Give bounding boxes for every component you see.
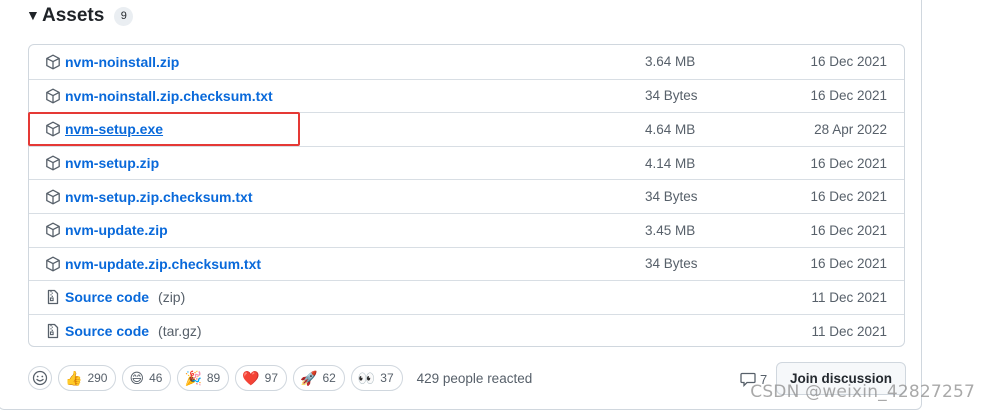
assets-toggle[interactable]: ▼ Assets 9 bbox=[26, 3, 134, 29]
asset-link[interactable]: nvm-update.zip bbox=[45, 222, 168, 238]
reaction-count: 89 bbox=[206, 371, 221, 385]
asset-name: nvm-setup.exe bbox=[65, 121, 164, 138]
asset-name: nvm-update.zip bbox=[65, 222, 168, 239]
asset-date: 11 Dec 2021 bbox=[811, 289, 887, 305]
add-reaction-button[interactable] bbox=[28, 366, 52, 390]
laugh-icon: 😄 bbox=[129, 369, 145, 386]
hooray-icon: 🎉 bbox=[184, 369, 202, 386]
asset-size: 34 Bytes bbox=[645, 88, 698, 104]
reaction-thumbs-up-button[interactable]: 👍 290 bbox=[58, 365, 117, 391]
asset-row: nvm-update.zip.checksum.txt 34 Bytes 16 De… bbox=[29, 246, 904, 281]
asset-name: nvm-setup.zip bbox=[65, 155, 160, 172]
asset-size: 3.45 MB bbox=[645, 222, 696, 238]
asset-link[interactable]: nvm-noinstall.zip bbox=[45, 54, 179, 70]
asset-name: Source code bbox=[65, 323, 150, 340]
file-zip-icon bbox=[45, 289, 61, 305]
heart-icon: ❤️ bbox=[242, 369, 260, 386]
asset-name: nvm-noinstall.zip.checksum.txt bbox=[65, 87, 273, 104]
asset-row: nvm-setup.zip.checksum.txt 34 Bytes 16 Dec… bbox=[29, 179, 904, 213]
asset-link[interactable]: Source code (zip) bbox=[45, 289, 185, 305]
reaction-rocket-button[interactable]: 🚀 62 bbox=[293, 365, 345, 391]
asset-link[interactable]: nvm-setup.exe bbox=[45, 121, 163, 137]
asset-date: 16 Dec 2021 bbox=[810, 155, 887, 171]
asset-date: 16 Dec 2021 bbox=[810, 88, 887, 104]
package-icon bbox=[45, 88, 61, 104]
assets-list: nvm-noinstall.zip 3.64 MB 16 Dec 2021 nvm-n… bbox=[28, 44, 905, 347]
asset-date: 28 Apr 2022 bbox=[814, 121, 887, 137]
eyes-icon: 👀 bbox=[357, 369, 376, 386]
asset-date: 16 Dec 2021 bbox=[810, 256, 887, 272]
asset-row: nvm-noinstall.zip 3.64 MB 16 Dec 2021 bbox=[29, 45, 904, 79]
package-icon bbox=[45, 54, 61, 70]
asset-name: nvm-noinstall.zip bbox=[65, 53, 180, 70]
asset-row: nvm-update.zip 3.45 MB 16 Dec 2021 bbox=[29, 213, 904, 247]
asset-row: Source code (zip) 11 Dec 2021 bbox=[29, 280, 904, 314]
asset-link[interactable]: nvm-setup.zip bbox=[45, 155, 159, 171]
asset-link[interactable]: nvm-noinstall.zip.checksum.txt bbox=[45, 88, 273, 104]
asset-size: 34 Bytes bbox=[645, 256, 698, 272]
reaction-count: 46 bbox=[149, 371, 163, 385]
asset-row: Source code (tar.gz) 11 Dec 2021 bbox=[29, 313, 904, 346]
asset-size: 4.64 MB bbox=[645, 121, 696, 137]
asset-name: nvm-update.zip.checksum.txt bbox=[65, 255, 262, 272]
asset-date: 16 Dec 2021 bbox=[810, 54, 887, 70]
asset-suffix: (tar.gz) bbox=[158, 323, 202, 340]
assets-title: Assets bbox=[42, 5, 105, 26]
asset-name: Source code bbox=[65, 289, 150, 306]
triangle-down-icon: ▼ bbox=[26, 7, 40, 23]
rocket-icon: 🚀 bbox=[300, 369, 318, 386]
reaction-hooray-button[interactable]: 🎉 89 bbox=[177, 365, 230, 391]
reactions-summary: 429 people reacted bbox=[416, 370, 533, 386]
asset-row: nvm-noinstall.zip.checksum.txt 34 Bytes 16… bbox=[29, 78, 904, 113]
reaction-heart-button[interactable]: ❤️ 97 bbox=[235, 365, 288, 391]
package-icon bbox=[45, 222, 61, 238]
asset-size: 34 Bytes bbox=[645, 189, 698, 205]
file-zip-icon bbox=[45, 323, 61, 339]
asset-link[interactable]: nvm-setup.zip.checksum.txt bbox=[45, 189, 253, 205]
reaction-eyes-button[interactable]: 👀 37 bbox=[350, 365, 403, 391]
asset-date: 16 Dec 2021 bbox=[810, 189, 887, 205]
package-icon bbox=[45, 121, 61, 137]
package-icon bbox=[45, 155, 61, 171]
asset-suffix: (zip) bbox=[158, 289, 186, 306]
asset-row: nvm-setup.zip 4.14 MB 16 Dec 2021 bbox=[29, 145, 904, 180]
reaction-count: 62 bbox=[322, 371, 336, 385]
asset-date: 11 Dec 2021 bbox=[811, 323, 887, 339]
package-icon bbox=[45, 256, 61, 272]
assets-count-badge: 9 bbox=[114, 6, 134, 26]
asset-size: 3.64 MB bbox=[645, 54, 696, 70]
reaction-count: 37 bbox=[380, 371, 394, 385]
asset-link[interactable]: Source code (tar.gz) bbox=[45, 323, 202, 339]
asset-size: 4.14 MB bbox=[645, 155, 696, 171]
asset-row: nvm-setup.exe 4.64 MB 28 Apr 2022 bbox=[29, 112, 904, 146]
smiley-icon bbox=[32, 370, 48, 386]
reaction-count: 290 bbox=[87, 371, 108, 385]
thumbs-up-icon: 👍 bbox=[65, 369, 83, 386]
asset-date: 16 Dec 2021 bbox=[810, 222, 887, 238]
reactions-bar: 👍 290 😄 46 🎉 89 ❤️ 97 🚀 62 👀 37 429 people reacted bbox=[28, 364, 532, 392]
watermark: CSDN @weixin_42827257 bbox=[750, 382, 975, 402]
reaction-laugh-button[interactable]: 😄 46 bbox=[122, 365, 172, 391]
asset-link[interactable]: nvm-update.zip.checksum.txt bbox=[45, 256, 261, 272]
asset-name: nvm-setup.zip.checksum.txt bbox=[65, 188, 253, 205]
reaction-count: 97 bbox=[264, 371, 279, 385]
package-icon bbox=[45, 189, 61, 205]
